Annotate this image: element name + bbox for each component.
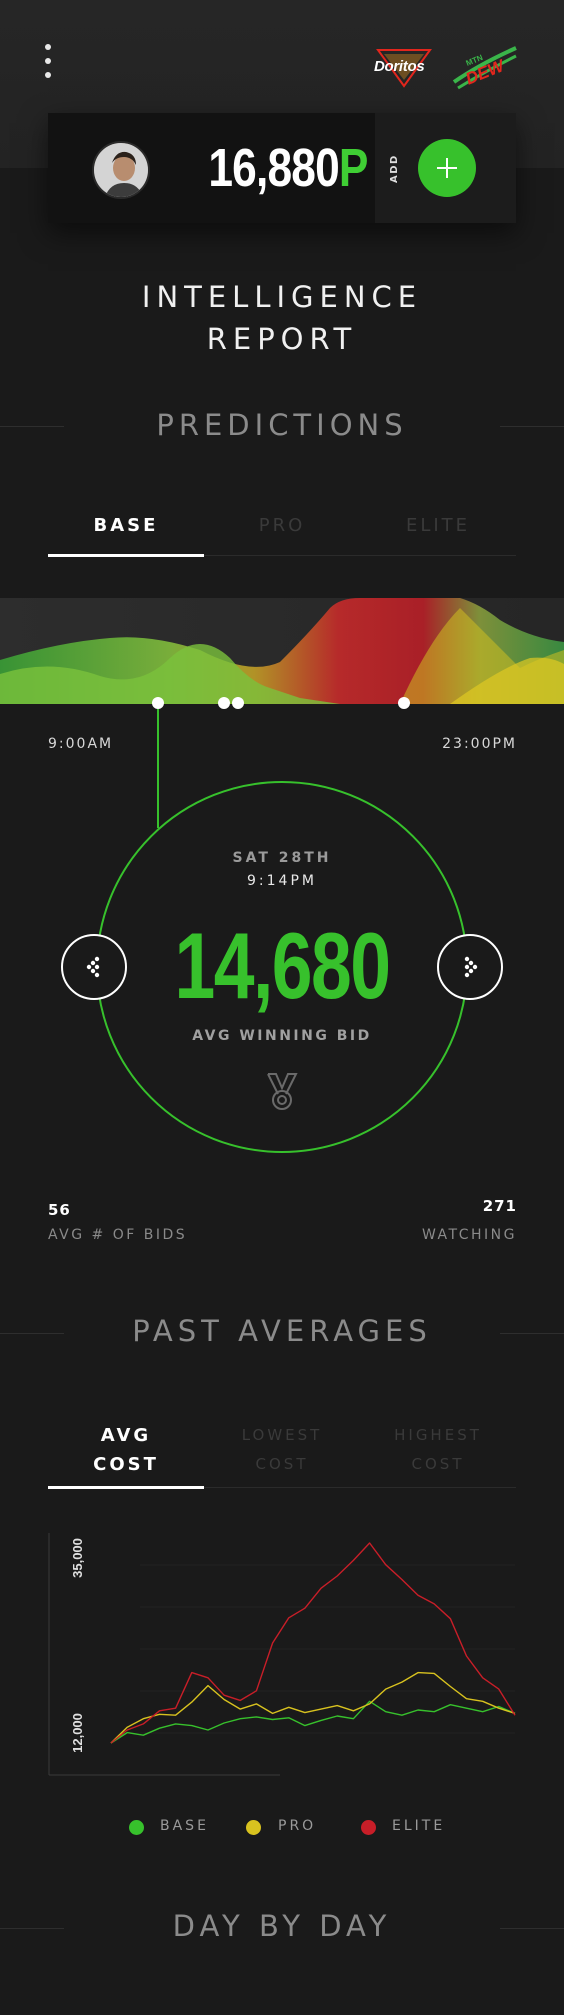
time-end: 23:00PM — [442, 736, 517, 752]
tab-lowest-cost-line1: LOWEST — [241, 1425, 323, 1444]
past-averages-chart: 35,000 12,000 — [40, 1525, 530, 1785]
chevron-left-icon — [86, 956, 100, 978]
points-balance: 16,880P — [198, 131, 378, 205]
line-chart-svg: 35,000 12,000 — [48, 1533, 516, 1776]
add-panel: ADD — [375, 113, 516, 223]
y-tick-label: 35,000 — [70, 1538, 85, 1578]
time-start: 9:00AM — [48, 736, 114, 752]
wave-marker-1[interactable] — [152, 697, 164, 709]
tab-highest-cost-line1: HIGHEST — [394, 1425, 482, 1444]
series-line-elite — [110, 1542, 516, 1744]
wave-marker-2[interactable] — [218, 697, 230, 709]
avatar[interactable] — [92, 141, 150, 199]
next-button[interactable] — [437, 934, 503, 1000]
add-label: ADD — [389, 154, 400, 183]
past-averages-heading: PAST AVERAGES — [132, 1314, 432, 1348]
page-title-line1: INTELLIGENCE — [141, 280, 423, 314]
prediction-wave-chart[interactable] — [0, 598, 564, 704]
brand-left-text: Doritos — [374, 58, 425, 75]
series-line-base — [110, 1700, 516, 1744]
watching-label: WATCHING — [421, 1227, 517, 1243]
tab-lowest-cost[interactable]: LOWEST COST — [204, 1412, 360, 1487]
tab-lowest-cost-line2: COST — [255, 1454, 309, 1473]
prediction-date: SAT 28TH — [232, 850, 332, 866]
points-unit: P — [338, 138, 369, 198]
y-tick-label: 12,000 — [70, 1713, 85, 1753]
bids-label: AVG # OF BIDS — [48, 1227, 188, 1243]
tab-pro[interactable]: PRO — [204, 496, 360, 555]
tab-avg-cost-line1: AVG — [100, 1424, 152, 1446]
legend-base-swatch — [129, 1820, 144, 1835]
day-by-day-heading: DAY BY DAY — [172, 1909, 392, 1943]
past-averages-tabs: AVG COST LOWEST COST HIGHEST COST — [48, 1412, 516, 1489]
wave-marker-3[interactable] — [232, 697, 244, 709]
legend-elite-swatch — [361, 1820, 376, 1835]
tab-avg-cost-line2: COST — [93, 1453, 159, 1475]
watching-count: 271 — [482, 1197, 517, 1215]
legend-pro-label: PRO — [278, 1818, 317, 1834]
prediction-time: 9:14PM — [247, 873, 317, 889]
chevron-right-icon — [464, 956, 478, 978]
balance-card: 16,880P ADD — [48, 113, 516, 223]
doritos-logo: Doritos — [370, 48, 438, 88]
tab-base[interactable]: BASE — [48, 496, 204, 557]
wave-marker-4[interactable] — [398, 697, 410, 709]
mtn-dew-logo: DEW MTN — [450, 44, 520, 90]
tab-elite[interactable]: ELITE — [360, 496, 516, 555]
series-line-pro — [110, 1671, 516, 1744]
medal-icon — [262, 1072, 302, 1112]
page-title-line2: REPORT — [206, 322, 358, 356]
avg-winning-bid-label: AVG WINNING BID — [192, 1028, 372, 1044]
tab-highest-cost-line2: COST — [411, 1454, 465, 1473]
tab-highest-cost[interactable]: HIGHEST COST — [360, 1412, 516, 1487]
add-points-button[interactable] — [418, 139, 476, 197]
legend-elite-label: ELITE — [392, 1818, 446, 1834]
legend-base-label: BASE — [160, 1818, 209, 1834]
menu-dots-icon[interactable] — [38, 44, 58, 78]
bids-count: 56 — [48, 1201, 71, 1219]
points-amount: 16,880 — [208, 138, 339, 198]
avg-winning-bid-value: 14,680 — [174, 913, 391, 1018]
legend-pro-swatch — [246, 1820, 261, 1835]
predictions-tabs: BASE PRO ELITE — [48, 496, 516, 557]
tab-avg-cost[interactable]: AVG COST — [48, 1412, 204, 1489]
prev-button[interactable] — [61, 934, 127, 1000]
predictions-heading: PREDICTIONS — [156, 408, 408, 442]
selected-connector-line — [157, 709, 159, 828]
